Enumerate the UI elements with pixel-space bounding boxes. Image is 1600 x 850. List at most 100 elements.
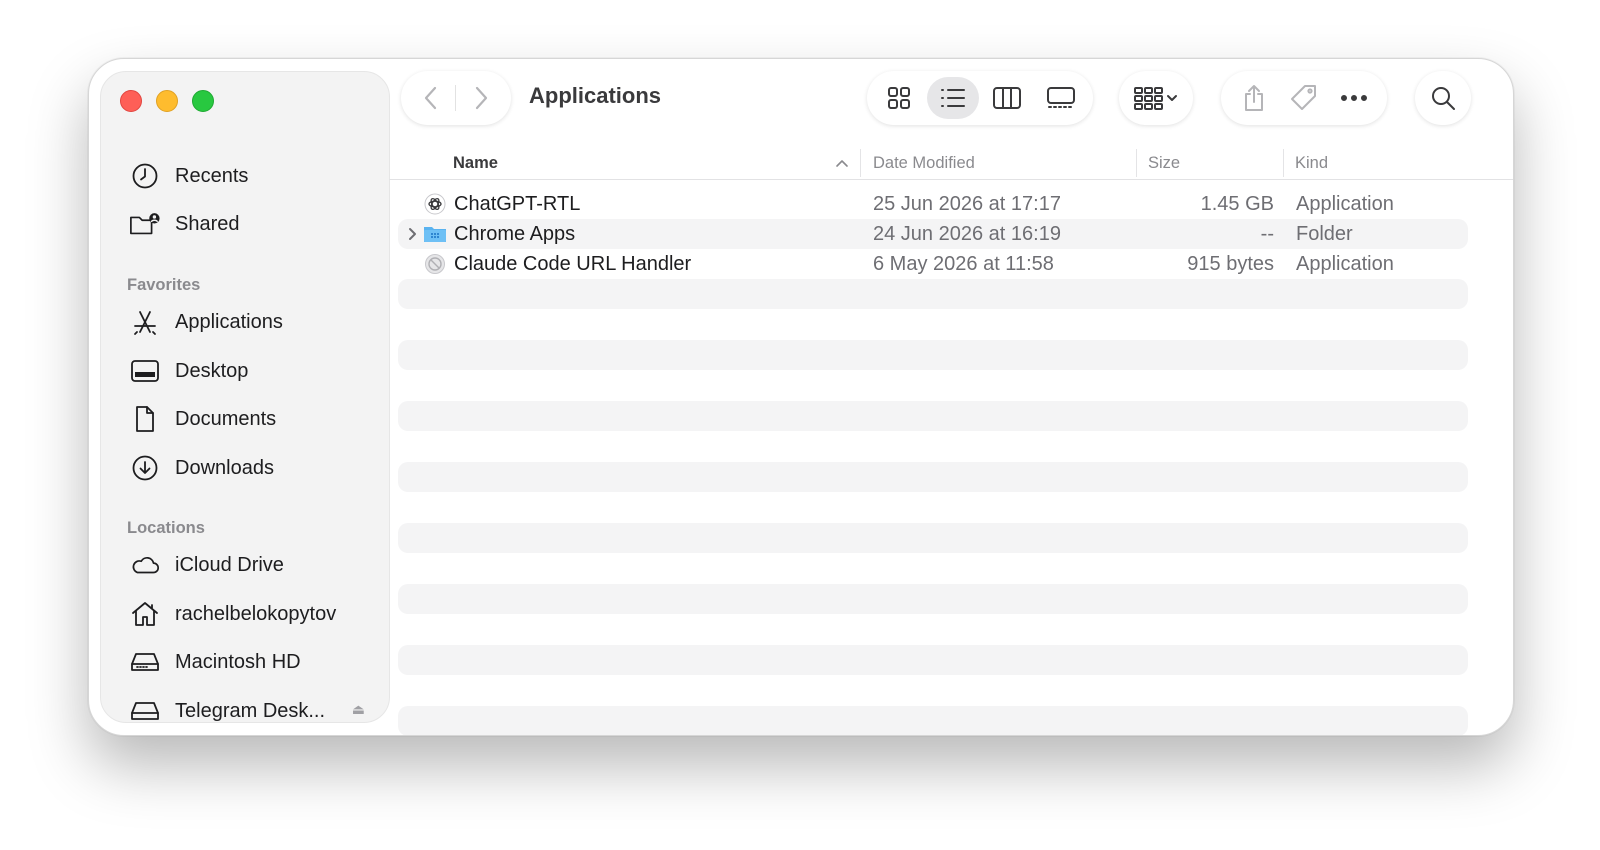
ellipsis-icon bbox=[1341, 95, 1367, 101]
sidebar-item-applications[interactable]: Applications bbox=[129, 304, 283, 340]
columns-icon bbox=[993, 87, 1021, 109]
sidebar-item-recents[interactable]: Recents bbox=[129, 158, 248, 194]
empty-row-stripe bbox=[398, 584, 1468, 614]
column-divider[interactable] bbox=[1136, 149, 1137, 177]
navigation-controls bbox=[401, 71, 511, 125]
eject-icon[interactable]: ⏏ bbox=[352, 701, 365, 718]
folder-icon bbox=[422, 221, 448, 247]
clock-icon bbox=[129, 160, 161, 192]
sidebar-item-label: Telegram Desk... bbox=[175, 699, 326, 722]
column-divider[interactable] bbox=[860, 149, 861, 177]
zoom-button[interactable] bbox=[192, 90, 214, 112]
sidebar-item-label: Shared bbox=[175, 212, 240, 235]
search-button[interactable] bbox=[1415, 71, 1471, 125]
sidebar-item-label: iCloud Drive bbox=[175, 553, 284, 576]
file-kind: Application bbox=[1296, 192, 1394, 215]
column-header-kind[interactable]: Kind bbox=[1295, 145, 1328, 181]
sidebar: Recents Shared Favorites Applications De… bbox=[100, 71, 390, 723]
disk-icon bbox=[129, 695, 161, 722]
cloud-icon bbox=[129, 549, 161, 581]
file-size: 915 bytes bbox=[1187, 252, 1274, 275]
column-header-name[interactable]: Name bbox=[453, 145, 498, 181]
finder-window: Recents Shared Favorites Applications De… bbox=[88, 58, 1514, 736]
sidebar-item-label: Applications bbox=[175, 310, 283, 333]
list-icon bbox=[941, 89, 965, 107]
column-header-size[interactable]: Size bbox=[1148, 145, 1180, 181]
back-button[interactable] bbox=[416, 83, 446, 113]
grid-icon bbox=[888, 87, 910, 109]
more-button[interactable] bbox=[1339, 83, 1369, 113]
close-button[interactable] bbox=[120, 90, 142, 112]
sidebar-item-documents[interactable]: Documents bbox=[129, 401, 276, 437]
empty-row-stripe bbox=[398, 523, 1468, 553]
forward-button[interactable] bbox=[466, 83, 496, 113]
shared-folder-icon bbox=[129, 208, 161, 240]
header-divider bbox=[389, 179, 1513, 180]
file-name: Claude Code URL Handler bbox=[454, 252, 692, 275]
sidebar-item-shared[interactable]: Shared bbox=[129, 206, 240, 242]
sidebar-item-label: rachelbelokopytov bbox=[175, 602, 337, 625]
disclosure-triangle[interactable] bbox=[404, 227, 420, 241]
file-kind: Application bbox=[1296, 252, 1394, 275]
empty-row-stripe bbox=[398, 706, 1468, 735]
gallery-view-button[interactable] bbox=[1035, 77, 1087, 119]
file-row-chatgpt-rtl[interactable]: ChatGPT-RTL 25 Jun 2026 at 17:17 1.45 GB… bbox=[398, 189, 1468, 219]
empty-row-stripe bbox=[398, 645, 1468, 675]
share-button[interactable] bbox=[1239, 83, 1269, 113]
sidebar-item-downloads[interactable]: Downloads bbox=[129, 450, 274, 486]
share-icon bbox=[1245, 85, 1263, 111]
tag-button[interactable] bbox=[1289, 83, 1319, 113]
chevron-right-icon bbox=[476, 86, 488, 110]
window-controls bbox=[120, 90, 214, 112]
app-placeholder-icon bbox=[422, 251, 448, 277]
column-divider[interactable] bbox=[1283, 149, 1284, 177]
chevron-up-icon bbox=[836, 160, 848, 167]
sidebar-item-label: Downloads bbox=[175, 456, 274, 479]
sidebar-item-telegram-desktop[interactable]: Telegram Desk... bbox=[129, 693, 369, 722]
file-name: Chrome Apps bbox=[454, 222, 576, 245]
chevron-left-icon bbox=[424, 86, 436, 110]
column-header-date-modified[interactable]: Date Modified bbox=[873, 145, 975, 181]
desktop-icon bbox=[129, 355, 161, 387]
empty-row-stripe bbox=[398, 340, 1468, 370]
file-date: 24 Jun 2026 at 16:19 bbox=[873, 222, 1061, 245]
search-icon bbox=[1432, 87, 1455, 110]
column-view-button[interactable] bbox=[981, 77, 1033, 119]
list-view-button[interactable] bbox=[927, 77, 979, 119]
file-kind: Folder bbox=[1296, 222, 1353, 245]
window-title: Applications bbox=[529, 83, 662, 108]
disk-icon bbox=[129, 646, 161, 678]
minimize-button[interactable] bbox=[156, 90, 178, 112]
view-mode-selector bbox=[867, 71, 1093, 125]
empty-row-stripe bbox=[398, 462, 1468, 492]
icon-view-button[interactable] bbox=[873, 77, 925, 119]
file-name: ChatGPT-RTL bbox=[454, 192, 581, 215]
file-row-chrome-apps[interactable]: Chrome Apps 24 Jun 2026 at 16:19 -- Fold… bbox=[398, 219, 1468, 249]
group-icon bbox=[1134, 87, 1177, 110]
file-date: 25 Jun 2026 at 17:17 bbox=[873, 192, 1061, 215]
group-by-button[interactable] bbox=[1119, 71, 1193, 125]
sidebar-item-label: Recents bbox=[175, 164, 249, 187]
sidebar-item-macintosh-hd[interactable]: Macintosh HD bbox=[129, 644, 301, 680]
chatgpt-app-icon bbox=[422, 191, 448, 217]
sidebar-item-desktop[interactable]: Desktop bbox=[129, 353, 248, 389]
applications-icon bbox=[129, 306, 161, 338]
sidebar-item-label: Desktop bbox=[175, 359, 249, 382]
chevron-right-icon bbox=[409, 228, 416, 240]
download-icon bbox=[129, 452, 161, 484]
file-size: 1.45 GB bbox=[1200, 192, 1274, 215]
favorites-heading: Favorites bbox=[127, 276, 201, 294]
document-icon bbox=[129, 403, 161, 435]
file-row-claude-code-url-handler[interactable]: Claude Code URL Handler 6 May 2026 at 11… bbox=[398, 249, 1468, 279]
file-date: 6 May 2026 at 11:58 bbox=[873, 252, 1054, 275]
sidebar-item-label: Documents bbox=[175, 407, 277, 430]
empty-row-stripe bbox=[398, 279, 1468, 309]
sidebar-item-label: Macintosh HD bbox=[175, 650, 301, 673]
home-icon bbox=[129, 598, 161, 630]
sort-ascending-indicator[interactable] bbox=[835, 145, 849, 181]
tag-icon bbox=[1291, 85, 1316, 110]
locations-heading: Locations bbox=[127, 519, 205, 537]
sidebar-item-home[interactable]: rachelbelokopytov bbox=[129, 596, 336, 632]
sidebar-item-icloud-drive[interactable]: iCloud Drive bbox=[129, 547, 284, 583]
gallery-icon bbox=[1047, 87, 1075, 108]
